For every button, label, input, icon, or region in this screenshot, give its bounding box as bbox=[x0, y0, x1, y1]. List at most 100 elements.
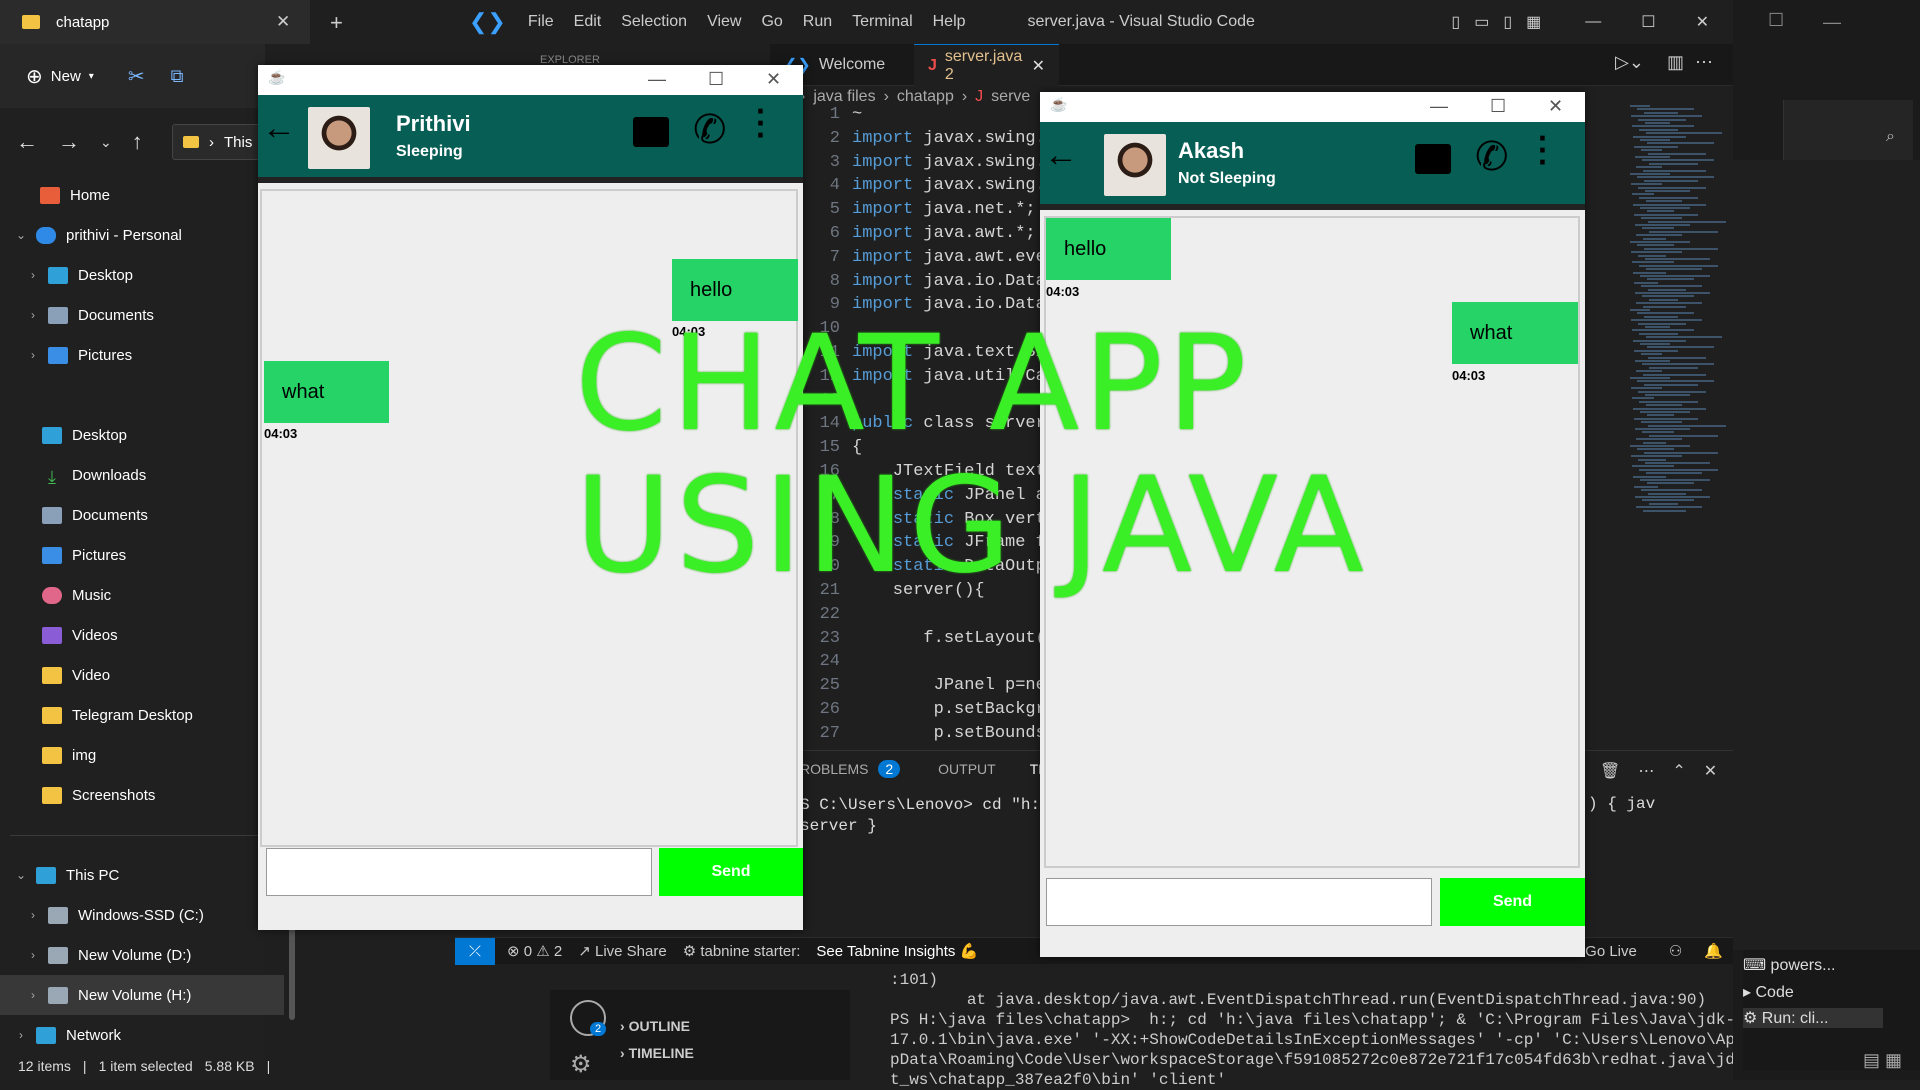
more-actions-icon[interactable]: ⋯ bbox=[1695, 52, 1713, 73]
timeline-section[interactable]: › TIMELINE bbox=[620, 1045, 694, 1061]
back-arrow-icon[interactable]: ← bbox=[1044, 136, 1078, 175]
problems-status[interactable]: ⊗ 0 ⚠ 2 bbox=[507, 942, 562, 960]
close-tab-icon[interactable]: ✕ bbox=[276, 12, 290, 32]
menu-view[interactable]: View bbox=[707, 13, 741, 30]
message-input[interactable] bbox=[266, 848, 652, 896]
up-arrow-icon[interactable]: ↑ bbox=[132, 129, 143, 155]
sidebar-scrollbar[interactable] bbox=[289, 920, 295, 1020]
sidebar-item-pictures-od[interactable]: › Pictures bbox=[0, 335, 265, 375]
menu-terminal[interactable]: Terminal bbox=[852, 13, 912, 30]
sidebar-item-video[interactable]: Video bbox=[0, 655, 265, 695]
video-call-icon[interactable] bbox=[1415, 144, 1451, 174]
maximize-icon[interactable]: ☐ bbox=[1490, 96, 1506, 117]
sidebar-item-documents-od[interactable]: › Documents bbox=[0, 295, 265, 335]
tab-problems[interactable]: ROBLEMS 2 bbox=[800, 760, 901, 778]
maximize-icon[interactable]: ☐ bbox=[708, 69, 724, 90]
sidebar-item-network[interactable]: › Network bbox=[0, 1015, 265, 1055]
close-tab-icon[interactable]: ✕ bbox=[1032, 56, 1045, 76]
menu-run[interactable]: Run bbox=[803, 13, 832, 30]
tab-output[interactable]: OUTPUT bbox=[938, 761, 996, 777]
go-live-button[interactable]: Go Live bbox=[1585, 943, 1637, 960]
sidebar-item-img[interactable]: img bbox=[0, 735, 265, 775]
minimize-icon[interactable]: — bbox=[1585, 13, 1601, 31]
message-input[interactable] bbox=[1046, 878, 1432, 926]
more-options-icon[interactable]: · · · bbox=[756, 95, 767, 151]
breadcrumb-item[interactable]: chatapp bbox=[897, 88, 954, 106]
chevron-right-icon[interactable]: › bbox=[26, 948, 40, 962]
new-tab-icon[interactable]: + bbox=[330, 10, 343, 36]
address-bar[interactable]: › This bbox=[172, 124, 267, 160]
tabnine-insights[interactable]: See Tabnine Insights 💪 bbox=[816, 942, 978, 960]
sidebar-item-pictures[interactable]: Pictures bbox=[0, 535, 265, 575]
maximize-icon[interactable]: ☐ bbox=[1768, 10, 1784, 31]
bell-icon[interactable]: 🔔 bbox=[1704, 942, 1723, 960]
menu-go[interactable]: Go bbox=[761, 13, 782, 30]
minimize-icon[interactable]: — bbox=[1430, 96, 1448, 117]
send-button[interactable]: Send bbox=[659, 848, 803, 896]
back-arrow-icon[interactable]: ← bbox=[16, 129, 38, 155]
phone-icon[interactable]: ✆ bbox=[1475, 134, 1509, 180]
sidebar-item-screenshots[interactable]: Screenshots bbox=[0, 775, 265, 815]
sidebar-item-music[interactable]: Music bbox=[0, 575, 265, 615]
search-box[interactable]: ⌕ bbox=[1783, 100, 1913, 160]
run-icon[interactable]: ▷⌄ bbox=[1615, 52, 1644, 73]
terminal-list-item[interactable]: ⌨ powers... bbox=[1743, 955, 1835, 975]
chevron-right-icon[interactable]: › bbox=[14, 1028, 28, 1042]
chevron-right-icon[interactable]: › bbox=[26, 908, 40, 922]
menu-edit[interactable]: Edit bbox=[574, 13, 602, 30]
sidebar-item-telegram[interactable]: Telegram Desktop bbox=[0, 695, 265, 735]
minimize-icon[interactable]: — bbox=[1823, 12, 1841, 33]
split-editor-icon[interactable]: ▥ bbox=[1667, 52, 1684, 73]
close-icon[interactable]: ✕ bbox=[766, 69, 781, 90]
minimize-icon[interactable]: — bbox=[648, 69, 666, 90]
close-panel-icon[interactable]: ✕ bbox=[1704, 761, 1717, 781]
new-button[interactable]: ⊕ New ▾ bbox=[26, 64, 94, 89]
chevron-right-icon[interactable]: › bbox=[26, 308, 40, 322]
breadcrumb-item[interactable]: serve bbox=[991, 88, 1030, 106]
tabnine-status[interactable]: ⚙ tabnine starter: bbox=[683, 942, 801, 960]
explorer-tab[interactable]: chatapp ✕ bbox=[0, 0, 310, 44]
chevron-down-icon[interactable]: ⌄ bbox=[14, 228, 28, 242]
minimap[interactable] bbox=[1630, 105, 1726, 525]
more-options-icon[interactable]: · · · bbox=[1538, 122, 1549, 178]
breadcrumb-item[interactable]: java files bbox=[813, 88, 875, 106]
sidebar-item-videos[interactable]: Videos bbox=[0, 615, 265, 655]
layout-icons[interactable]: ▯▭▯▦ bbox=[1451, 12, 1555, 32]
close-icon[interactable]: ✕ bbox=[1548, 96, 1563, 117]
cut-icon[interactable]: ✂ bbox=[128, 64, 145, 89]
sidebar-item-desktop[interactable]: Desktop bbox=[0, 415, 265, 455]
sidebar-item-home[interactable]: Home bbox=[0, 175, 265, 215]
more-actions-icon[interactable]: ⋯ bbox=[1638, 761, 1654, 781]
video-call-icon[interactable] bbox=[633, 117, 669, 147]
sidebar-item-drive-h[interactable]: › New Volume (H:) bbox=[0, 975, 284, 1015]
settings-gear-icon[interactable]: ⚙ bbox=[570, 1050, 592, 1079]
menu-selection[interactable]: Selection bbox=[621, 13, 687, 30]
chevron-right-icon[interactable]: › bbox=[26, 988, 40, 1002]
close-icon[interactable]: ✕ bbox=[1696, 12, 1709, 32]
forward-arrow-icon[interactable]: → bbox=[58, 129, 80, 155]
sidebar-item-desktop-od[interactable]: › Desktop bbox=[0, 255, 265, 295]
sidebar-item-downloads[interactable]: ⤓ Downloads bbox=[0, 455, 265, 495]
chevron-right-icon[interactable]: › bbox=[26, 348, 40, 362]
live-share-button[interactable]: ↗ Live Share bbox=[578, 942, 666, 960]
maximize-icon[interactable]: ☐ bbox=[1641, 12, 1655, 32]
remote-icon[interactable]: ⤫ bbox=[455, 937, 495, 965]
outline-section[interactable]: › OUTLINE bbox=[620, 1018, 690, 1034]
back-arrow-icon[interactable]: ← bbox=[262, 109, 296, 148]
menu-file[interactable]: File bbox=[528, 13, 554, 30]
account-icon[interactable]: ⚇ bbox=[1669, 942, 1682, 960]
terminal-list-item[interactable]: ⚙ Run: cli... bbox=[1743, 1008, 1883, 1028]
trash-icon[interactable]: 🗑 bbox=[1600, 761, 1620, 781]
sidebar-item-onedrive[interactable]: ⌄ prithivi - Personal bbox=[0, 215, 265, 255]
chevron-down-icon[interactable]: ⌄ bbox=[14, 868, 28, 882]
send-button[interactable]: Send bbox=[1440, 878, 1585, 926]
terminal-list-item[interactable]: ▸ Code bbox=[1743, 982, 1794, 1002]
view-icons[interactable]: ▤ ▦ bbox=[1863, 1050, 1902, 1071]
sidebar-item-drive-d[interactable]: › New Volume (D:) bbox=[0, 935, 265, 975]
phone-icon[interactable]: ✆ bbox=[693, 107, 727, 153]
tab-server-java[interactable]: Jserver.java 2 ✕ bbox=[914, 44, 1059, 86]
recent-chevron-icon[interactable]: ⌄ bbox=[100, 134, 112, 151]
copy-icon[interactable]: ⧉ bbox=[171, 66, 184, 87]
sidebar-item-documents[interactable]: Documents bbox=[0, 495, 265, 535]
sidebar-item-this-pc[interactable]: ⌄ This PC bbox=[0, 855, 265, 895]
